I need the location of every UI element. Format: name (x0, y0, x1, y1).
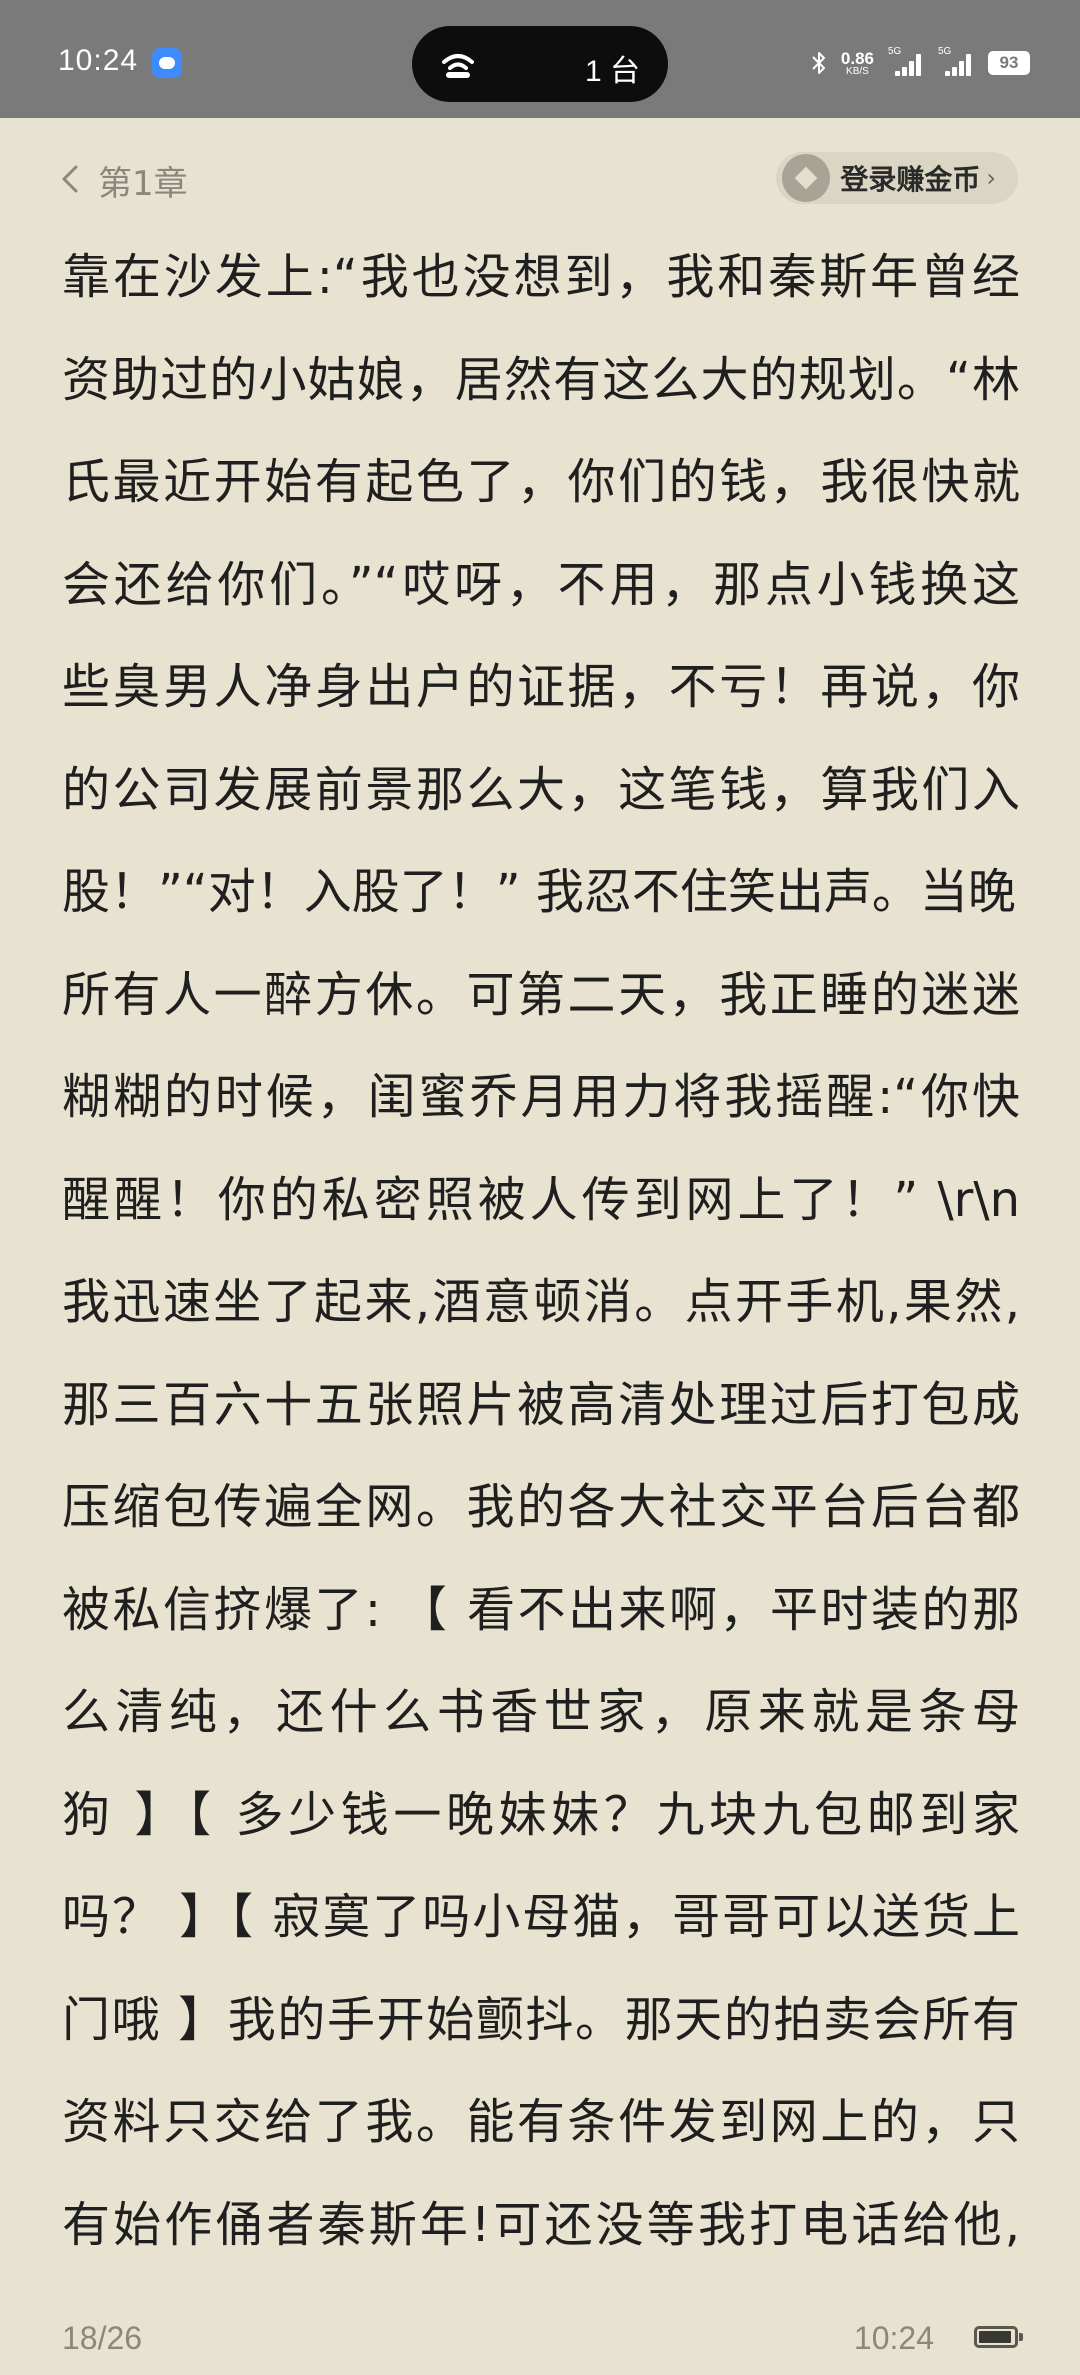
footer-time: 10:24 (853, 2320, 934, 2356)
text-line: 些臭男人净身出户的证据，不亏！再说，你 (62, 659, 1020, 715)
network-speed-value: 0.86 (840, 48, 874, 68)
text-line: 资助过的小姑娘，居然有这么大的规划。“林 (62, 351, 1020, 408)
status-indicators: 0.86 KB/S 5G 5G 93 (811, 46, 1030, 80)
network-speed: 0.86 KB/S (841, 50, 874, 77)
text-line: 压缩包传遍全网。我的各大社交平台后台都 (62, 1479, 1020, 1535)
chapter-title[interactable]: 第1章 (98, 156, 188, 205)
text-line: 的公司发展前景那么大，这笔钱，算我们入 (62, 761, 1020, 818)
sim2-signal-icon: 5G (938, 46, 974, 76)
text-line: 会还给你们。”“哎呀，不用，那点小钱换这 (62, 556, 1020, 613)
sim1-signal-icon: 5G (888, 46, 924, 76)
coin-label: 登录赚金币 (840, 163, 981, 196)
text-line: 那三百六十五张照片被高清处理过后打包成 (62, 1376, 1020, 1433)
battery-fill (979, 2331, 1011, 2343)
text-line: 有始作俑者秦斯年!可还没等我打电话给他, (62, 2196, 1020, 2253)
login-earn-coins-button[interactable]: 登录赚金币 › (776, 152, 1018, 204)
chapter-text[interactable]: 靠在沙发上:“我也没想到，我和秦斯年曾经 资助过的小姑娘，居然有这么大的规划。“… (62, 226, 1020, 2276)
text-line: 所有人一醉方休。可第二天，我正睡的迷迷 (62, 966, 1020, 1023)
chevron-right-icon: › (986, 164, 996, 192)
reader-footer: 18/26 10:24 (0, 2300, 1080, 2375)
reader-header: 第1章 登录赚金币 › (0, 118, 1080, 238)
text-line: 狗 】【 多少钱一晚妹妹？九块九包邮到家 (62, 1786, 1020, 1843)
text-line: 吗？ 】【 寂寞了吗小母猫，哥哥可以送货上 (62, 1889, 1020, 1945)
sim1-label: 5G (888, 46, 902, 57)
back-chevron-icon[interactable] (58, 164, 84, 194)
cloud-app-icon (152, 48, 182, 78)
status-time: 10:24 (58, 44, 139, 77)
text-line: 门哦 】我的手开始颤抖。那天的拍卖会所有 (62, 1991, 1020, 2048)
text-line: 资料只交给了我。能有条件发到网上的，只 (62, 2094, 1020, 2150)
text-line: 醒醒！你的私密照被人传到网上了！” \r\n (62, 1171, 1020, 1228)
dynamic-island[interactable]: 1 台 (412, 26, 668, 102)
text-line: 股！”“对！入股了！” 我忍不住笑出声。当晚， (62, 864, 1020, 920)
text-line: 被私信挤爆了: 【 看不出来啊，平时装的那 (62, 1581, 1020, 1638)
status-bar: 10:24 1 台 0.86 KB/S 5G 5G 93 (0, 0, 1080, 118)
cast-device-icon (442, 54, 474, 78)
battery-icon (974, 2326, 1023, 2348)
text-line: 我迅速坐了起来,酒意顿消。点开手机,果然, (62, 1274, 1020, 1330)
bluetooth-icon (812, 52, 825, 74)
page-indicator: 18/26 (62, 2320, 143, 2356)
sim2-label: 5G (938, 46, 952, 57)
text-line: 氏最近开始有起色了，你们的钱，我很快就 (62, 454, 1020, 510)
network-speed-unit: KB/S (846, 65, 869, 77)
battery-indicator: 93 (988, 51, 1030, 75)
coin-icon (782, 154, 831, 202)
text-line: 么清纯，还什么书香世家，原来就是条母 (62, 1684, 1020, 1740)
island-device-count: 1 台 (584, 55, 640, 88)
text-line: 靠在沙发上:“我也没想到，我和秦斯年曾经 (62, 249, 1020, 305)
text-line: 糊糊的时候，闺蜜乔月用力将我摇醒:“你快 (62, 1069, 1020, 1125)
